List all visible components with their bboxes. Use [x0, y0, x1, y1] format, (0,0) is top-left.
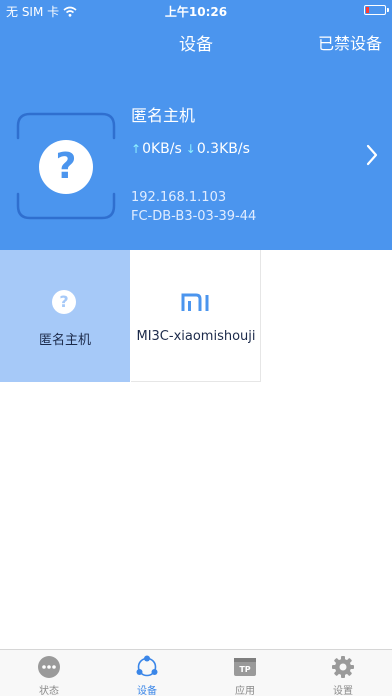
tab-label: 设备	[137, 686, 157, 697]
upload-arrow-icon: ↑	[131, 142, 142, 156]
tab-settings[interactable]: 设置	[294, 650, 392, 697]
upload-speed: 0KB/s	[142, 141, 182, 157]
tab-status[interactable]: 状态	[0, 650, 98, 697]
device-mac: FC-DB-B3-03-39-44	[131, 209, 257, 224]
device-name: 匿名主机	[131, 106, 196, 125]
battery-level	[366, 7, 369, 13]
status-bar: 无 SIM 卡 上午10:26	[0, 0, 392, 20]
question-icon: ?	[52, 290, 76, 314]
tab-devices[interactable]: 设备	[98, 650, 196, 697]
device-tile-label: 匿名主机	[38, 333, 91, 348]
device-tile-mi3c[interactable]: MI3C-xiaomishouji	[131, 250, 261, 382]
blocked-devices-button[interactable]: 已禁设备	[318, 30, 382, 54]
device-ip: 192.168.1.103	[131, 190, 227, 205]
download-speed: 0.3KB/s	[196, 141, 250, 157]
chevron-right-icon[interactable]	[366, 144, 378, 166]
tab-apps[interactable]: TP 应用	[196, 650, 294, 697]
tab-label: 设置	[333, 686, 353, 697]
tab-label: 应用	[235, 686, 255, 697]
tab-label: 状态	[39, 686, 59, 697]
speed-row: ↑ 0KB/s ↓ 0.3KB/s	[131, 141, 250, 157]
download-arrow-icon: ↓	[185, 142, 196, 156]
question-icon: ?	[39, 140, 93, 194]
apps-tp-icon: TP	[234, 658, 256, 676]
nav-bar: 设备 已禁设备	[0, 20, 392, 62]
status-dots-icon	[38, 656, 60, 678]
battery-icon	[364, 5, 389, 15]
svg-text:TP: TP	[239, 665, 250, 674]
device-tile-label: MI3C-xiaomishouji	[136, 329, 256, 344]
device-grid: ? 匿名主机 MI3C-xiaomishouji	[0, 250, 392, 383]
gear-icon	[332, 656, 354, 678]
device-tile-anonymous[interactable]: ? 匿名主机	[0, 250, 130, 382]
devices-network-icon	[136, 655, 158, 677]
tab-bar: 状态 设备 TP 应用 设置	[0, 649, 392, 697]
status-time: 上午10:26	[164, 5, 228, 19]
current-device-card[interactable]: ? 匿名主机 ↑ 0KB/s ↓ 0.3KB/s 192.168.1.103 F…	[0, 62, 392, 250]
mi-logo-icon	[181, 293, 209, 311]
